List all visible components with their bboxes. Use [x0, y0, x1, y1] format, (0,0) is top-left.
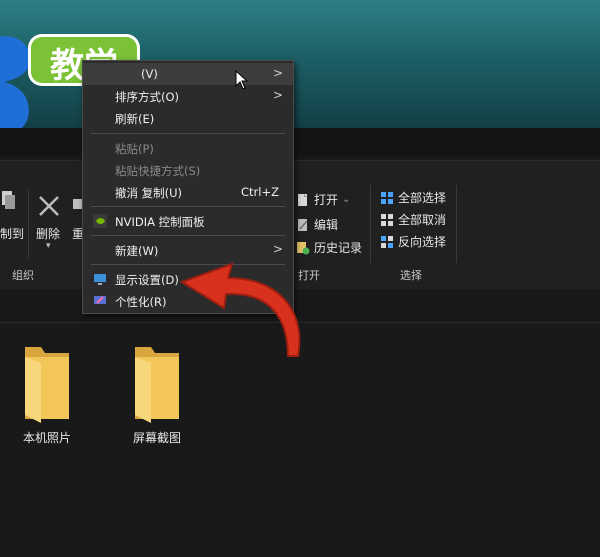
menu-item-label: NVIDIA 控制面板 — [115, 215, 205, 229]
invert-selection-icon — [381, 235, 393, 248]
delete-label: 删除 — [36, 227, 61, 241]
open-label: 打开 — [314, 193, 339, 207]
menu-separator — [91, 133, 285, 134]
select-all-label: 全部选择 — [398, 191, 447, 205]
menu-item-paste-shortcut: 粘贴快捷方式(S) — [83, 159, 293, 181]
group-select-label: 选择 — [400, 269, 422, 282]
select-none-label: 全部取消 — [398, 213, 447, 227]
edit-icon — [298, 218, 308, 231]
menu-item-label: 粘贴(P) — [115, 142, 154, 156]
menu-item-label: 新建(W) — [115, 244, 159, 258]
chevron-right-icon: > — [272, 242, 283, 256]
menu-item-sort-by[interactable]: 排序方式(O) > — [83, 85, 293, 107]
history-button[interactable]: 历史记录 — [296, 239, 362, 256]
menu-item-refresh[interactable]: 刷新(E) — [83, 107, 293, 129]
menu-item-undo-copy[interactable]: 撤消 复制(U) Ctrl+Z — [83, 181, 293, 203]
menu-item-nvidia-control-panel[interactable]: NVIDIA 控制面板 — [83, 210, 293, 232]
open-icon — [298, 193, 307, 206]
folder-item[interactable]: 本机照片 — [12, 343, 82, 446]
menu-item-label: 排序方式(O) — [115, 90, 180, 104]
chevron-right-icon: > — [272, 66, 283, 80]
ribbon-divider — [456, 185, 457, 263]
copy-to-label: 制到 — [0, 227, 25, 241]
edit-button[interactable]: 编辑 — [296, 216, 338, 233]
folder-label: 屏幕截图 — [132, 431, 181, 445]
open-button[interactable]: 打开 ⌄ — [296, 191, 350, 208]
menu-separator — [91, 206, 285, 207]
annotation-arrow — [179, 262, 301, 357]
personalize-icon — [94, 296, 106, 304]
menu-item-label: 撤消 复制(U) — [115, 186, 183, 200]
menu-item-label: (V) — [141, 67, 158, 81]
copy-to-icon — [2, 191, 15, 209]
open-dropdown-caret[interactable]: ⌄ — [342, 194, 350, 205]
history-label: 历史记录 — [314, 241, 363, 255]
mouse-cursor-icon — [235, 70, 249, 90]
history-icon — [297, 241, 310, 254]
menu-item-view[interactable]: (V) > — [83, 63, 293, 85]
folder-icon — [25, 347, 69, 423]
nvidia-icon — [93, 214, 107, 228]
select-none-icon — [381, 213, 393, 226]
select-all-button[interactable]: 全部选择 — [380, 189, 446, 206]
ribbon-divider — [28, 189, 29, 259]
edit-label: 编辑 — [314, 218, 339, 232]
select-none-button[interactable]: 全部取消 — [380, 211, 446, 228]
select-all-icon — [381, 191, 393, 204]
delete-dropdown-caret[interactable]: ▾ — [46, 241, 51, 251]
invert-selection-label: 反向选择 — [398, 235, 447, 249]
menu-item-shortcut: Ctrl+Z — [241, 185, 279, 199]
delete-button[interactable]: 删除 — [36, 225, 60, 242]
menu-item-label: 刷新(E) — [115, 112, 155, 126]
menu-item-label: 个性化(R) — [115, 295, 167, 309]
chevron-right-icon: > — [272, 88, 283, 102]
folder-label: 本机照片 — [22, 431, 71, 445]
menu-item-label: 粘贴快捷方式(S) — [115, 164, 201, 178]
menu-item-paste: 粘贴(P) — [83, 137, 293, 159]
display-settings-icon — [94, 274, 106, 285]
ribbon-divider — [370, 185, 371, 263]
menu-separator — [91, 235, 285, 236]
invert-selection-button[interactable]: 反向选择 — [380, 233, 446, 250]
copy-to-button[interactable]: 制到 — [0, 225, 24, 242]
delete-icon — [39, 196, 59, 216]
group-organize-label: 组织 — [12, 269, 34, 282]
